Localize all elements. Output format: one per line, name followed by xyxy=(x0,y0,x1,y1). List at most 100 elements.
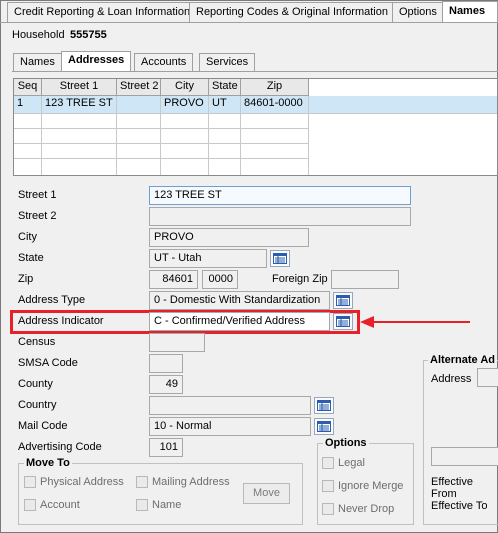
table-cell-empty xyxy=(209,159,241,175)
street2-input[interactable] xyxy=(149,207,411,226)
address-grid[interactable]: Seq Street 1 Street 2 City State Zip 1 1… xyxy=(13,78,498,176)
city-input[interactable]: PROVO xyxy=(149,228,309,247)
table-cell-empty xyxy=(14,114,42,129)
foreign-zip-input[interactable] xyxy=(331,270,399,289)
household-label: Household xyxy=(12,29,65,41)
mailing-address-checkbox[interactable] xyxy=(136,476,148,488)
column-header-city[interactable]: City xyxy=(161,79,209,96)
tab-sub-accounts[interactable]: Accounts xyxy=(134,53,194,71)
list-lookup-icon[interactable] xyxy=(314,418,334,435)
city-label: City xyxy=(18,231,37,243)
table-cell-empty xyxy=(209,129,241,144)
table-cell-empty xyxy=(241,114,309,129)
street1-input[interactable]: 123 TREE ST xyxy=(149,186,411,205)
advertising-code-label: Advertising Code xyxy=(18,441,102,453)
address-indicator-select[interactable]: C - Confirmed/Verified Address xyxy=(149,312,330,331)
column-header-street1[interactable]: Street 1 xyxy=(42,79,117,96)
column-header-zip[interactable]: Zip xyxy=(241,79,309,96)
physical-address-label: Physical Address xyxy=(40,476,124,488)
effective-from-label: Effective From xyxy=(431,476,473,500)
physical-address-checkbox[interactable] xyxy=(24,476,36,488)
legal-label: Legal xyxy=(338,457,365,469)
tab-sub-services[interactable]: Services xyxy=(199,53,256,71)
table-cell-empty xyxy=(117,129,161,144)
address-type-select[interactable]: 0 - Domestic With Standardization xyxy=(149,291,330,310)
county-input[interactable]: 49 xyxy=(149,375,183,394)
address-type-label: Address Type xyxy=(18,294,86,306)
account-checkbox[interactable] xyxy=(24,499,36,511)
ignore-merge-label: Ignore Merge xyxy=(338,480,404,492)
list-lookup-icon[interactable] xyxy=(270,250,290,267)
county-label: County xyxy=(18,378,53,390)
tab-sub-addresses[interactable]: Addresses xyxy=(61,51,132,72)
subtab-divider xyxy=(12,71,498,72)
table-cell-empty xyxy=(161,129,209,144)
name-checkbox[interactable] xyxy=(136,499,148,511)
mailing-address-label: Mailing Address xyxy=(152,476,230,488)
table-cell-empty xyxy=(42,159,117,175)
household-value: 555755 xyxy=(70,29,107,41)
never-drop-label: Never Drop xyxy=(338,503,395,515)
name-label: Name xyxy=(152,499,182,511)
move-to-title: Move To xyxy=(24,457,72,469)
tab-credit-reporting[interactable]: Credit Reporting & Loan Information xyxy=(7,2,198,22)
column-header-seq[interactable]: Seq xyxy=(14,79,42,96)
table-cell-empty xyxy=(209,144,241,159)
alternate-address-input[interactable] xyxy=(477,368,498,387)
move-button[interactable]: Move xyxy=(243,483,290,504)
left-arrow-icon xyxy=(360,316,470,328)
table-cell-empty xyxy=(117,114,161,129)
table-cell-empty xyxy=(161,114,209,129)
table-cell-seq[interactable]: 1 xyxy=(14,96,42,114)
tab-divider xyxy=(0,22,498,23)
zip-label: Zip xyxy=(18,273,34,285)
address-indicator-label: Address Indicator xyxy=(18,315,104,327)
country-select[interactable] xyxy=(149,396,311,415)
tab-sub-names[interactable]: Names xyxy=(13,53,62,71)
table-cell-empty xyxy=(209,114,241,129)
effective-to-label: Effective To xyxy=(431,500,488,512)
column-header-street2[interactable]: Street 2 xyxy=(117,79,161,96)
table-cell-filler xyxy=(309,96,497,114)
census-label: Census xyxy=(18,336,56,348)
state-label: State xyxy=(18,252,44,264)
alternate-address-label: Address xyxy=(431,373,472,385)
alternate-address-title: Alternate Ad xyxy=(428,354,497,366)
table-cell-street2[interactable] xyxy=(117,96,161,114)
country-label: Country xyxy=(18,399,57,411)
table-cell-city[interactable]: PROVO xyxy=(161,96,209,114)
census-input[interactable] xyxy=(149,333,205,352)
table-cell-empty xyxy=(241,144,309,159)
table-cell-empty xyxy=(117,159,161,175)
table-cell-street1[interactable]: 123 TREE ST xyxy=(42,96,117,114)
tab-names[interactable]: Names xyxy=(442,1,498,23)
smsa-code-input[interactable] xyxy=(149,354,183,373)
smsa-code-label: SMSA Code xyxy=(18,357,78,369)
table-cell-empty xyxy=(241,129,309,144)
legal-checkbox[interactable] xyxy=(322,457,334,469)
list-lookup-icon[interactable] xyxy=(333,313,353,330)
advertising-code-input[interactable]: 101 xyxy=(149,438,183,457)
foreign-zip-label: Foreign Zip xyxy=(272,273,328,285)
table-cell-empty xyxy=(14,144,42,159)
ignore-merge-checkbox[interactable] xyxy=(322,480,334,492)
never-drop-checkbox[interactable] xyxy=(322,503,334,515)
table-cell-empty xyxy=(14,129,42,144)
tab-reporting-codes[interactable]: Reporting Codes & Original Information xyxy=(189,2,395,22)
zip-input[interactable]: 84601 xyxy=(149,270,198,289)
table-cell-empty xyxy=(161,144,209,159)
options-title: Options xyxy=(323,437,369,449)
alternate-address-line-input[interactable] xyxy=(431,447,498,466)
table-cell-empty xyxy=(117,144,161,159)
table-cell-empty xyxy=(42,129,117,144)
column-header-state[interactable]: State xyxy=(209,79,241,96)
state-select[interactable]: UT - Utah xyxy=(149,249,267,268)
list-lookup-icon[interactable] xyxy=(333,292,353,309)
table-cell-zip[interactable]: 84601-0000 xyxy=(241,96,309,114)
tab-options[interactable]: Options xyxy=(392,2,444,22)
list-lookup-icon[interactable] xyxy=(314,397,334,414)
zip4-input[interactable]: 0000 xyxy=(202,270,238,289)
mail-code-select[interactable]: 10 - Normal xyxy=(149,417,311,436)
table-cell-state[interactable]: UT xyxy=(209,96,241,114)
mail-code-label: Mail Code xyxy=(18,420,68,432)
